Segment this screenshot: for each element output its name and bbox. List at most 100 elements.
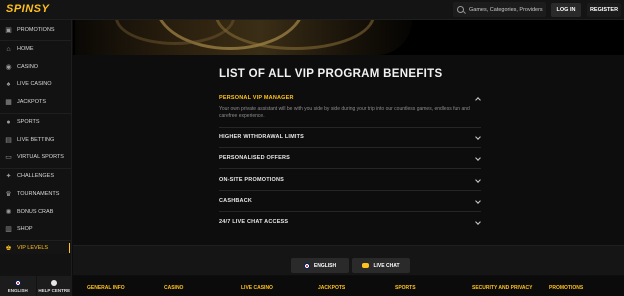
accordion-title: PERSONAL VIP MANAGER [219,95,294,101]
divider [0,240,71,241]
login-button[interactable]: LOG IN [551,3,581,17]
chat-bubble-icon [362,263,370,268]
vip-crown-icon: ♚ [5,244,12,252]
site-logo[interactable]: SPINSY [6,3,49,15]
sidebar: ▣ PROMOTIONS ⌂ HOME ◉ CASINO ♠ LIVE CASI… [0,20,72,296]
sidebar-item-label: LIVE BETTING [17,137,55,143]
sidebar-item-label: SPORTS [17,119,40,125]
accordion-header[interactable]: CASHBACK [219,195,481,207]
sidebar-item-label: CASINO [17,64,39,70]
sidebar-item-bonus-crab[interactable]: ✺ BONUS CRAB [0,206,71,218]
sidebar-item-jackpots[interactable]: ▦ JACKPOTS [0,96,71,108]
sidebar-item-promotions[interactable]: ▣ PROMOTIONS [0,24,71,36]
sidebar-item-sports[interactable]: ● SPORTS [0,116,71,128]
english-language-label: ENGLISH [7,287,28,293]
divider [219,127,481,128]
sidebar-item-virtual-sports[interactable]: ▭ VIRTUAL SPORTS [0,151,71,163]
accordion-header[interactable]: PERSONAL VIP MANAGER [219,92,481,104]
top-bar: SPINSY Games, Categories, Providers LOG … [0,0,624,20]
jackpot-icon: ▦ [5,98,12,106]
trophy-icon: ♛ [5,190,12,198]
challenges-icon: ✦ [5,172,12,180]
sidebar-item-tournaments[interactable]: ♛ TOURNAMENTS [0,188,71,200]
sidebar-item-home[interactable]: ⌂ HOME [0,43,71,55]
uk-flag-icon [14,279,21,286]
vip-benefits-section: LIST OF ALL VIP PROGRAM BENEFITS PERSONA… [73,55,624,245]
footer-link-jackpots[interactable]: JACKPOTS [318,285,345,291]
casino-chip-icon: ◉ [5,63,12,71]
divider [219,168,481,169]
chevron-up-icon [476,96,481,101]
language-chat-bar: ENGLISH LIVE CHAT [73,245,624,275]
chevron-down-icon [476,199,481,204]
accordion-title: CASHBACK [219,198,253,204]
accordion-title: PERSONALISED OFFERS [219,155,291,161]
sidebar-item-label: LIVE CASINO [17,81,52,87]
sidebar-item-label: HOME [17,46,34,52]
divider [219,147,481,148]
chevron-down-icon [476,135,481,140]
footer-link-promotions[interactable]: PROMOTIONS [549,285,583,291]
help-icon [51,279,58,286]
search-input[interactable]: Games, Categories, Providers [453,2,546,17]
uk-flag-icon [303,262,310,269]
sidebar-item-live-casino[interactable]: ♠ LIVE CASINO [0,78,71,90]
search-placeholder: Games, Categories, Providers [469,6,543,13]
virtual-sports-icon: ▭ [5,153,12,161]
live-chat-button[interactable]: LIVE CHAT [352,258,410,273]
live-chat-label: LIVE CHAT [373,262,400,269]
footer: GENERAL INFO CASINO LIVE CASINO JACKPOTS… [73,276,624,296]
divider [0,168,71,169]
sports-ball-icon: ● [6,118,11,126]
footer-link-security-privacy[interactable]: SECURITY AND PRIVACY [472,285,532,291]
english-language-button[interactable]: ENGLISH [0,276,36,296]
help-centre-button[interactable]: HELP CENTRE [36,276,72,296]
footer-link-general-info[interactable]: GENERAL INFO [87,285,125,291]
footer-link-live-casino[interactable]: LIVE CASINO [241,285,273,291]
chevron-down-icon [476,156,481,161]
help-centre-label: HELP CENTRE [38,287,71,293]
gift-icon: ▣ [5,26,12,34]
chevron-down-icon [476,220,481,225]
sidebar-item-label: BONUS CRAB [17,209,54,215]
accordion-title: HIGHER WITHDRAWAL LIMITS [219,134,305,140]
home-icon: ⌂ [6,45,11,53]
crab-icon: ✺ [5,208,12,216]
sidebar-item-label: VIRTUAL SPORTS [17,154,64,160]
sidebar-item-label: JACKPOTS [17,99,47,105]
accordion-title: ON-SITE PROMOTIONS [219,177,285,183]
sidebar-item-vip-levels[interactable]: ♚ VIP LEVELS [0,242,71,254]
accordion-body: Your own private assistant will be with … [219,106,470,119]
vip-hero-banner [73,20,624,55]
accordion-header[interactable]: ON-SITE PROMOTIONS [219,174,481,186]
page-title: LIST OF ALL VIP PROGRAM BENEFITS [219,68,443,80]
footer-link-casino[interactable]: CASINO [164,285,183,291]
sidebar-item-label: TOURNAMENTS [17,191,60,197]
register-button[interactable]: REGISTER [587,3,621,17]
search-icon [457,6,464,13]
live-casino-icon: ♠ [6,80,11,88]
sidebar-item-label: PROMOTIONS [17,27,55,33]
live-betting-icon: ▤ [5,136,12,144]
sidebar-item-shop[interactable]: ▥ SHOP [0,223,71,235]
divider [219,211,481,212]
language-label: ENGLISH [313,262,337,269]
accordion-header[interactable]: PERSONALISED OFFERS [219,152,481,164]
shop-icon: ▥ [5,225,12,233]
sidebar-item-challenges[interactable]: ✦ CHALLENGES [0,170,71,182]
divider [219,190,481,191]
divider [0,113,71,114]
footer-link-sports[interactable]: SPORTS [395,285,416,291]
language-selector-button[interactable]: ENGLISH [291,258,349,273]
sidebar-item-label: VIP LEVELS [17,245,49,251]
sidebar-item-live-betting[interactable]: ▤ LIVE BETTING [0,134,71,146]
sidebar-bottom-actions: ENGLISH HELP CENTRE [0,276,72,296]
accordion-header[interactable]: HIGHER WITHDRAWAL LIMITS [219,131,481,143]
sidebar-item-label: SHOP [17,226,33,232]
sidebar-item-label: CHALLENGES [17,173,54,179]
hero-artwork [75,20,412,55]
accordion-title: 24/7 LIVE CHAT ACCESS [219,219,289,225]
accordion-header[interactable]: 24/7 LIVE CHAT ACCESS [219,216,481,228]
sidebar-item-casino[interactable]: ◉ CASINO [0,61,71,73]
chevron-down-icon [476,178,481,183]
